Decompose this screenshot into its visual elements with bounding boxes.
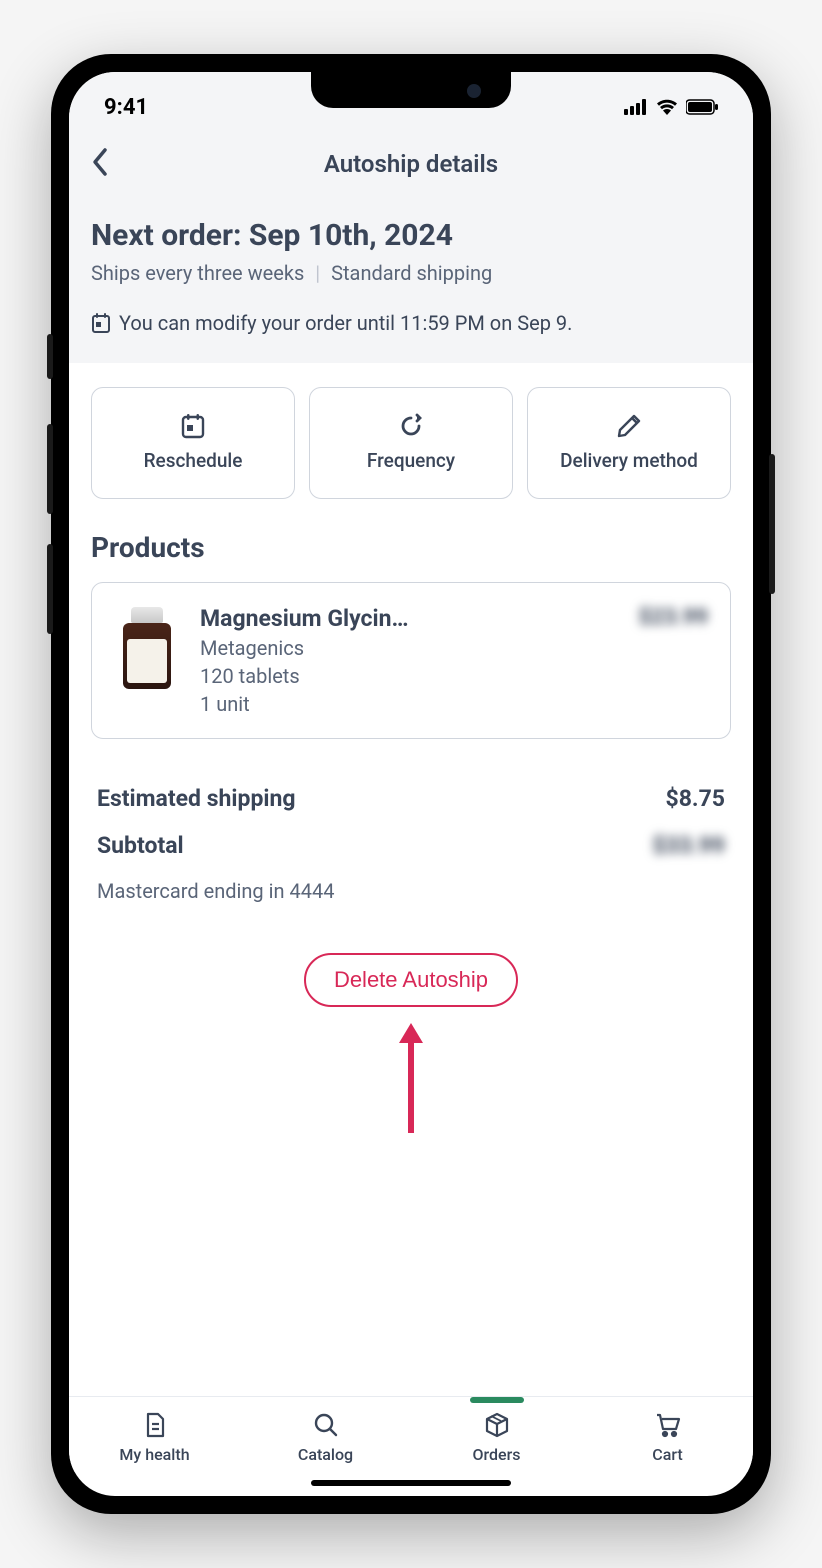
arrow-annotation bbox=[91, 1023, 731, 1133]
nav-label: Catalog bbox=[298, 1445, 353, 1464]
cellular-signal-icon bbox=[624, 99, 648, 115]
modify-note: You can modify your order until 11:59 PM… bbox=[91, 311, 731, 335]
arrow-up-icon bbox=[396, 1023, 426, 1133]
phone-side-button bbox=[47, 544, 53, 634]
home-indicator[interactable] bbox=[311, 1480, 511, 1486]
wifi-icon bbox=[656, 99, 678, 115]
nav-label: Orders bbox=[472, 1445, 520, 1464]
phone-side-button bbox=[47, 334, 53, 379]
product-price: $23.99 bbox=[639, 605, 709, 630]
bottom-navigation: My health Catalog Orders bbox=[69, 1396, 753, 1472]
nav-cart[interactable]: Cart bbox=[582, 1411, 753, 1464]
phone-side-button bbox=[769, 454, 775, 594]
delivery-method-button[interactable]: Delivery method bbox=[527, 387, 731, 499]
status-time: 9:41 bbox=[104, 95, 148, 120]
product-image bbox=[114, 605, 180, 691]
phone-frame: 9:41 bbox=[51, 54, 771, 1514]
status-icons bbox=[624, 99, 718, 115]
chevron-left-icon bbox=[91, 147, 109, 177]
order-info-section: Next order: Sep 10th, 2024 Ships every t… bbox=[69, 196, 753, 363]
product-card[interactable]: Magnesium Glycin… Metagenics 120 tablets… bbox=[91, 582, 731, 739]
document-icon bbox=[141, 1411, 169, 1439]
subtotal-row: Subtotal $33.99 bbox=[91, 822, 731, 869]
page-title: Autoship details bbox=[91, 150, 731, 178]
nav-label: Cart bbox=[652, 1445, 682, 1464]
pencil-icon bbox=[616, 413, 642, 439]
shipping-row: Estimated shipping $8.75 bbox=[91, 775, 731, 822]
main-content: Reschedule Frequency Delivery method bbox=[69, 363, 753, 1396]
phone-notch bbox=[311, 72, 511, 108]
refresh-icon bbox=[398, 413, 424, 439]
ship-info: Ships every three weeks | Standard shipp… bbox=[91, 261, 731, 285]
shipping-label: Estimated shipping bbox=[97, 785, 296, 812]
payment-info: Mastercard ending in 4444 bbox=[91, 869, 731, 913]
phone-screen: 9:41 bbox=[69, 72, 753, 1496]
page-header: Autoship details bbox=[69, 132, 753, 196]
calendar-icon bbox=[91, 313, 111, 333]
product-name: Magnesium Glycin… bbox=[200, 605, 460, 632]
products-heading: Products bbox=[91, 531, 731, 564]
ship-method: Standard shipping bbox=[331, 261, 492, 285]
product-info: Magnesium Glycin… Metagenics 120 tablets… bbox=[200, 605, 619, 716]
cart-icon bbox=[654, 1411, 682, 1439]
back-button[interactable] bbox=[91, 147, 109, 181]
product-quantity: 120 tablets bbox=[200, 664, 619, 688]
product-brand: Metagenics bbox=[200, 636, 619, 660]
shipping-value: $8.75 bbox=[666, 785, 725, 812]
frequency-button[interactable]: Frequency bbox=[309, 387, 513, 499]
action-buttons-row: Reschedule Frequency Delivery method bbox=[91, 387, 731, 499]
phone-side-button bbox=[47, 424, 53, 514]
product-units: 1 unit bbox=[200, 692, 619, 716]
frequency-label: Frequency bbox=[367, 449, 455, 474]
modify-note-text: You can modify your order until 11:59 PM… bbox=[119, 311, 572, 335]
divider: | bbox=[315, 261, 320, 285]
next-order-heading: Next order: Sep 10th, 2024 bbox=[91, 218, 731, 253]
subtotal-value: $33.99 bbox=[652, 832, 725, 859]
battery-icon bbox=[686, 99, 718, 115]
nav-orders[interactable]: Orders bbox=[411, 1411, 582, 1464]
nav-my-health[interactable]: My health bbox=[69, 1411, 240, 1464]
ship-frequency: Ships every three weeks bbox=[91, 261, 304, 285]
nav-label: My health bbox=[119, 1445, 189, 1464]
delivery-label: Delivery method bbox=[560, 449, 698, 474]
reschedule-button[interactable]: Reschedule bbox=[91, 387, 295, 499]
bottle-illustration bbox=[123, 607, 171, 689]
delete-autoship-button[interactable]: Delete Autoship bbox=[304, 953, 518, 1007]
box-icon bbox=[483, 1411, 511, 1439]
calendar-icon bbox=[180, 413, 206, 439]
search-icon bbox=[312, 1411, 340, 1439]
nav-catalog[interactable]: Catalog bbox=[240, 1411, 411, 1464]
subtotal-label: Subtotal bbox=[97, 832, 184, 859]
reschedule-label: Reschedule bbox=[144, 449, 243, 474]
